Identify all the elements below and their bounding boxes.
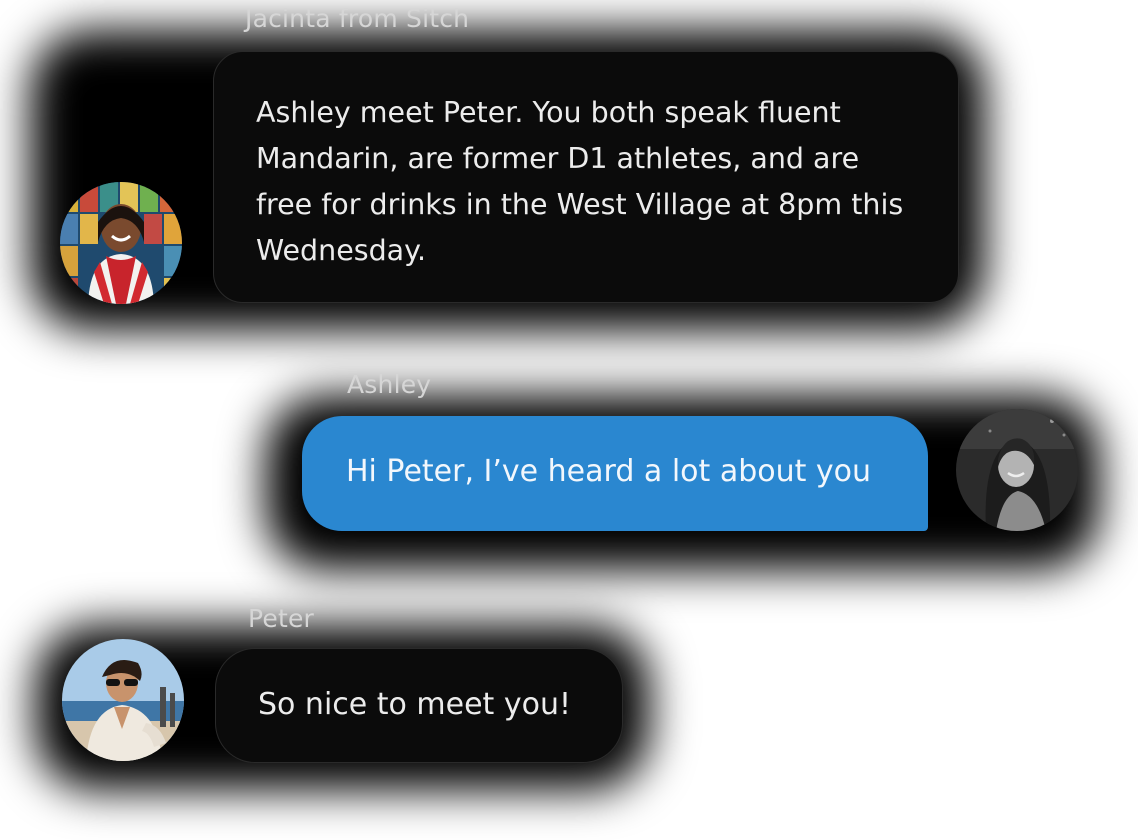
sender-name-ashley: Ashley [347, 370, 432, 399]
message-text-ashley: Hi Peter, I’ve heard a lot about you [346, 454, 872, 489]
chat-preview: Jacinta from Sitch Ashley meet Peter. Yo… [0, 0, 1138, 840]
avatar-jacinta [60, 182, 182, 304]
sender-name-peter: Peter [248, 604, 315, 633]
avatar-photo-peter-icon [62, 639, 184, 761]
message-bubble-ashley: Hi Peter, I’ve heard a lot about you [302, 416, 928, 531]
avatar-photo-ashley-icon [956, 409, 1078, 531]
message-text-jacinta: Ashley meet Peter. You both speak fluent… [256, 96, 904, 267]
avatar-photo-jacinta-icon [60, 182, 182, 304]
sender-name-jacinta: Jacinta from Sitch [245, 4, 470, 33]
avatar-ashley [956, 409, 1078, 531]
message-bubble-peter: So nice to meet you! [215, 648, 623, 763]
message-text-peter: So nice to meet you! [258, 687, 572, 722]
message-bubble-jacinta: Ashley meet Peter. You both speak fluent… [213, 51, 959, 303]
avatar-peter [62, 639, 184, 761]
